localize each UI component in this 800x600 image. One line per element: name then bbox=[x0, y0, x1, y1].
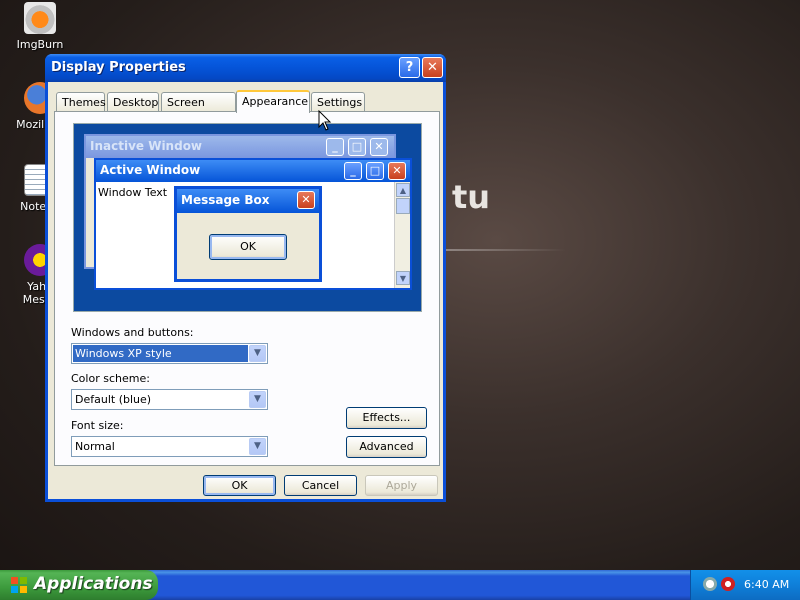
preview-ok-button: OK bbox=[209, 234, 287, 260]
preview-scrollbar: ▲ ▼ bbox=[394, 182, 410, 288]
apply-button[interactable]: Apply bbox=[365, 475, 438, 496]
system-tray: 6:40 AM bbox=[690, 570, 800, 600]
tab-settings[interactable]: Settings bbox=[311, 92, 365, 112]
taskbar: Applications 6:40 AM bbox=[0, 570, 800, 600]
desktop-icon-label: ImgBurn bbox=[16, 38, 64, 51]
clock[interactable]: 6:40 AM bbox=[744, 578, 789, 591]
security-alert-icon[interactable] bbox=[721, 577, 735, 591]
chevron-down-icon[interactable]: ▼ bbox=[249, 345, 266, 362]
minimize-icon: _ bbox=[344, 162, 362, 180]
font-size-label: Font size: bbox=[71, 419, 124, 432]
windows-logo-icon bbox=[11, 577, 27, 593]
desktop-icon-imgburn[interactable]: ImgBurn bbox=[0, 2, 80, 51]
tab-desktop[interactable]: Desktop bbox=[107, 92, 159, 112]
advanced-button[interactable]: Advanced bbox=[346, 436, 427, 458]
chevron-down-icon[interactable]: ▼ bbox=[249, 438, 266, 455]
cancel-button[interactable]: Cancel bbox=[284, 475, 357, 496]
start-label: Applications bbox=[34, 574, 153, 594]
title-bar[interactable]: Display Properties ? ✕ bbox=[45, 54, 446, 82]
scroll-up-icon: ▲ bbox=[396, 183, 410, 197]
color-scheme-value: Default (blue) bbox=[75, 393, 152, 406]
windows-buttons-value: Windows XP style bbox=[73, 345, 248, 362]
windows-buttons-select[interactable]: Windows XP style ▼ bbox=[71, 343, 268, 364]
display-properties-window: Display Properties ? ✕ Themes Desktop Sc… bbox=[45, 54, 446, 502]
scroll-thumb bbox=[396, 198, 410, 214]
close-icon: ✕ bbox=[388, 162, 406, 180]
wallpaper-text: tu bbox=[452, 178, 491, 216]
preview-window-text: Window Text bbox=[98, 186, 168, 199]
color-scheme-select[interactable]: Default (blue) ▼ bbox=[71, 389, 268, 410]
window-title: Display Properties bbox=[51, 60, 186, 75]
preview-active-title: Active Window bbox=[96, 160, 410, 182]
messenger-tray-icon[interactable] bbox=[703, 577, 717, 591]
font-size-select[interactable]: Normal ▼ bbox=[71, 436, 268, 457]
minimize-icon: _ bbox=[326, 138, 344, 156]
color-scheme-label: Color scheme: bbox=[71, 372, 150, 385]
tab-appearance[interactable]: Appearance bbox=[236, 90, 310, 113]
tab-themes[interactable]: Themes bbox=[56, 92, 106, 112]
imgburn-icon bbox=[24, 2, 56, 34]
tab-screen-saver[interactable]: Screen Saver bbox=[161, 92, 236, 122]
wallpaper-divider bbox=[446, 249, 566, 251]
preview-message-box: Message Box ✕ OK bbox=[174, 186, 322, 282]
scroll-down-icon: ▼ bbox=[396, 271, 410, 285]
windows-buttons-label: Windows and buttons: bbox=[71, 326, 194, 339]
effects-button[interactable]: Effects... bbox=[346, 407, 427, 429]
maximize-icon: □ bbox=[348, 138, 366, 156]
chevron-down-icon[interactable]: ▼ bbox=[249, 391, 266, 408]
close-icon: ✕ bbox=[297, 191, 315, 209]
appearance-tab-panel: Inactive Window _ □ ✕ Active Window _ □ … bbox=[54, 111, 440, 466]
close-button[interactable]: ✕ bbox=[422, 57, 443, 78]
help-button[interactable]: ? bbox=[399, 57, 420, 78]
maximize-icon: □ bbox=[366, 162, 384, 180]
font-size-value: Normal bbox=[75, 440, 115, 453]
ok-button[interactable]: OK bbox=[203, 475, 276, 496]
mouse-cursor-icon bbox=[318, 110, 332, 131]
start-button[interactable]: Applications bbox=[0, 570, 158, 600]
appearance-preview: Inactive Window _ □ ✕ Active Window _ □ … bbox=[73, 123, 422, 312]
close-icon: ✕ bbox=[370, 138, 388, 156]
